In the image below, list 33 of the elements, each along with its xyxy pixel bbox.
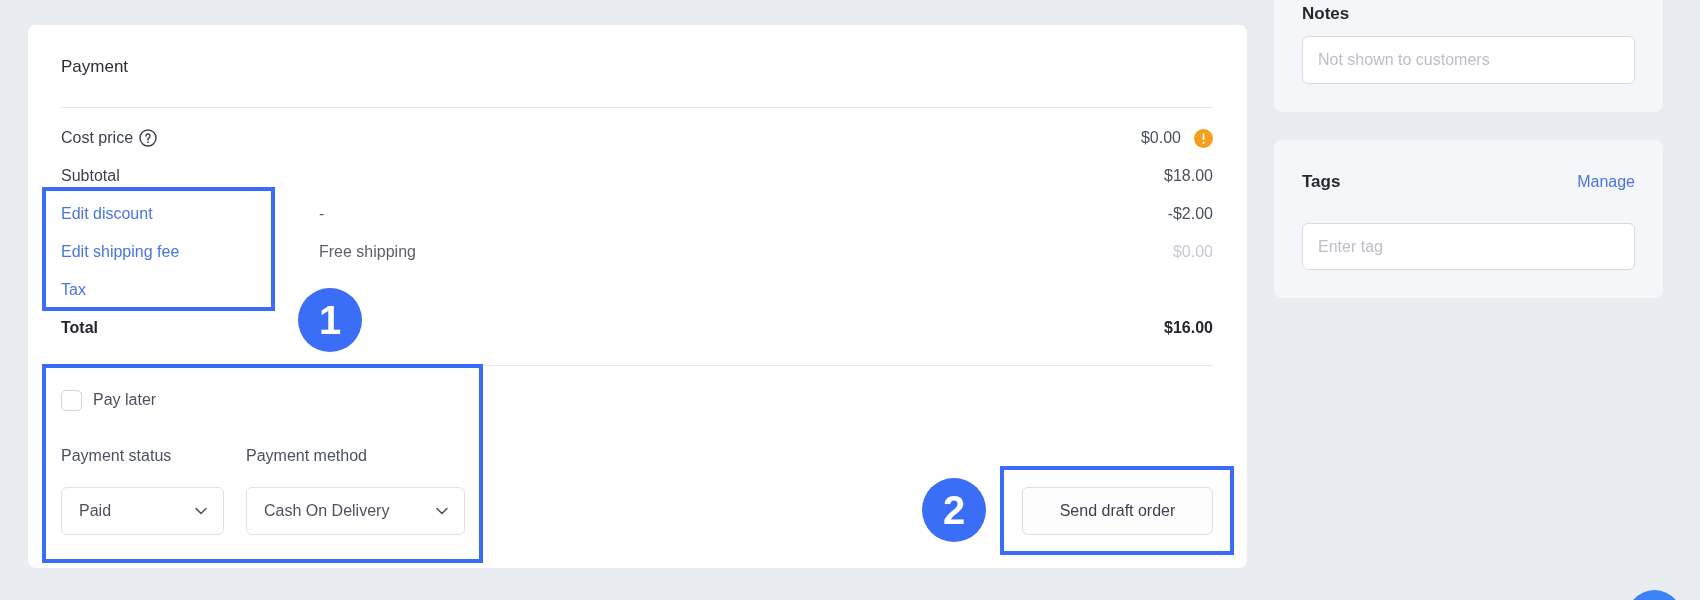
summary-link[interactable]: Tax (61, 278, 86, 302)
field-label: Payment status (61, 446, 173, 466)
tag-input[interactable]: Enter tag (1302, 223, 1635, 270)
dropdown-select[interactable]: Paid (61, 487, 224, 535)
section-title: Payment (61, 56, 130, 78)
checkbox-label: Pay later (93, 390, 157, 410)
step-marker: 2 (922, 478, 986, 542)
dropdown-select[interactable]: Cash On Delivery (246, 487, 465, 535)
floating-action-button[interactable] (1633, 590, 1676, 600)
summary-link[interactable]: Edit shipping fee (61, 240, 180, 264)
checkbox[interactable] (61, 389, 82, 411)
send-button[interactable]: Send draft order (1022, 487, 1213, 535)
notes-input[interactable]: Not shown to customers (1302, 36, 1635, 84)
price-value: $16.00 (1164, 318, 1213, 338)
warning-icon (1194, 128, 1213, 148)
card-title: Notes (1302, 4, 1351, 24)
price-value: -$2.00 (1167, 204, 1213, 224)
price-value: $18.00 (1164, 166, 1213, 186)
step-marker: 1 (298, 288, 362, 352)
card-title: Tags (1302, 171, 1341, 194)
row-label: Cost price (61, 128, 134, 148)
row-detail: - (319, 204, 325, 224)
field-label: Payment method (246, 446, 368, 466)
row-detail: Free shipping (319, 242, 416, 262)
chevron-down-icon (436, 507, 448, 515)
manage-link[interactable]: Manage (1577, 170, 1635, 194)
row-label: Subtotal (61, 166, 120, 186)
row-label: Total (61, 318, 99, 338)
price-value: $0.00 (1140, 128, 1181, 148)
help-icon (139, 129, 158, 147)
price-value: $0.00 (1172, 242, 1213, 262)
chevron-down-icon (195, 507, 207, 515)
summary-link[interactable]: Edit discount (61, 202, 153, 226)
